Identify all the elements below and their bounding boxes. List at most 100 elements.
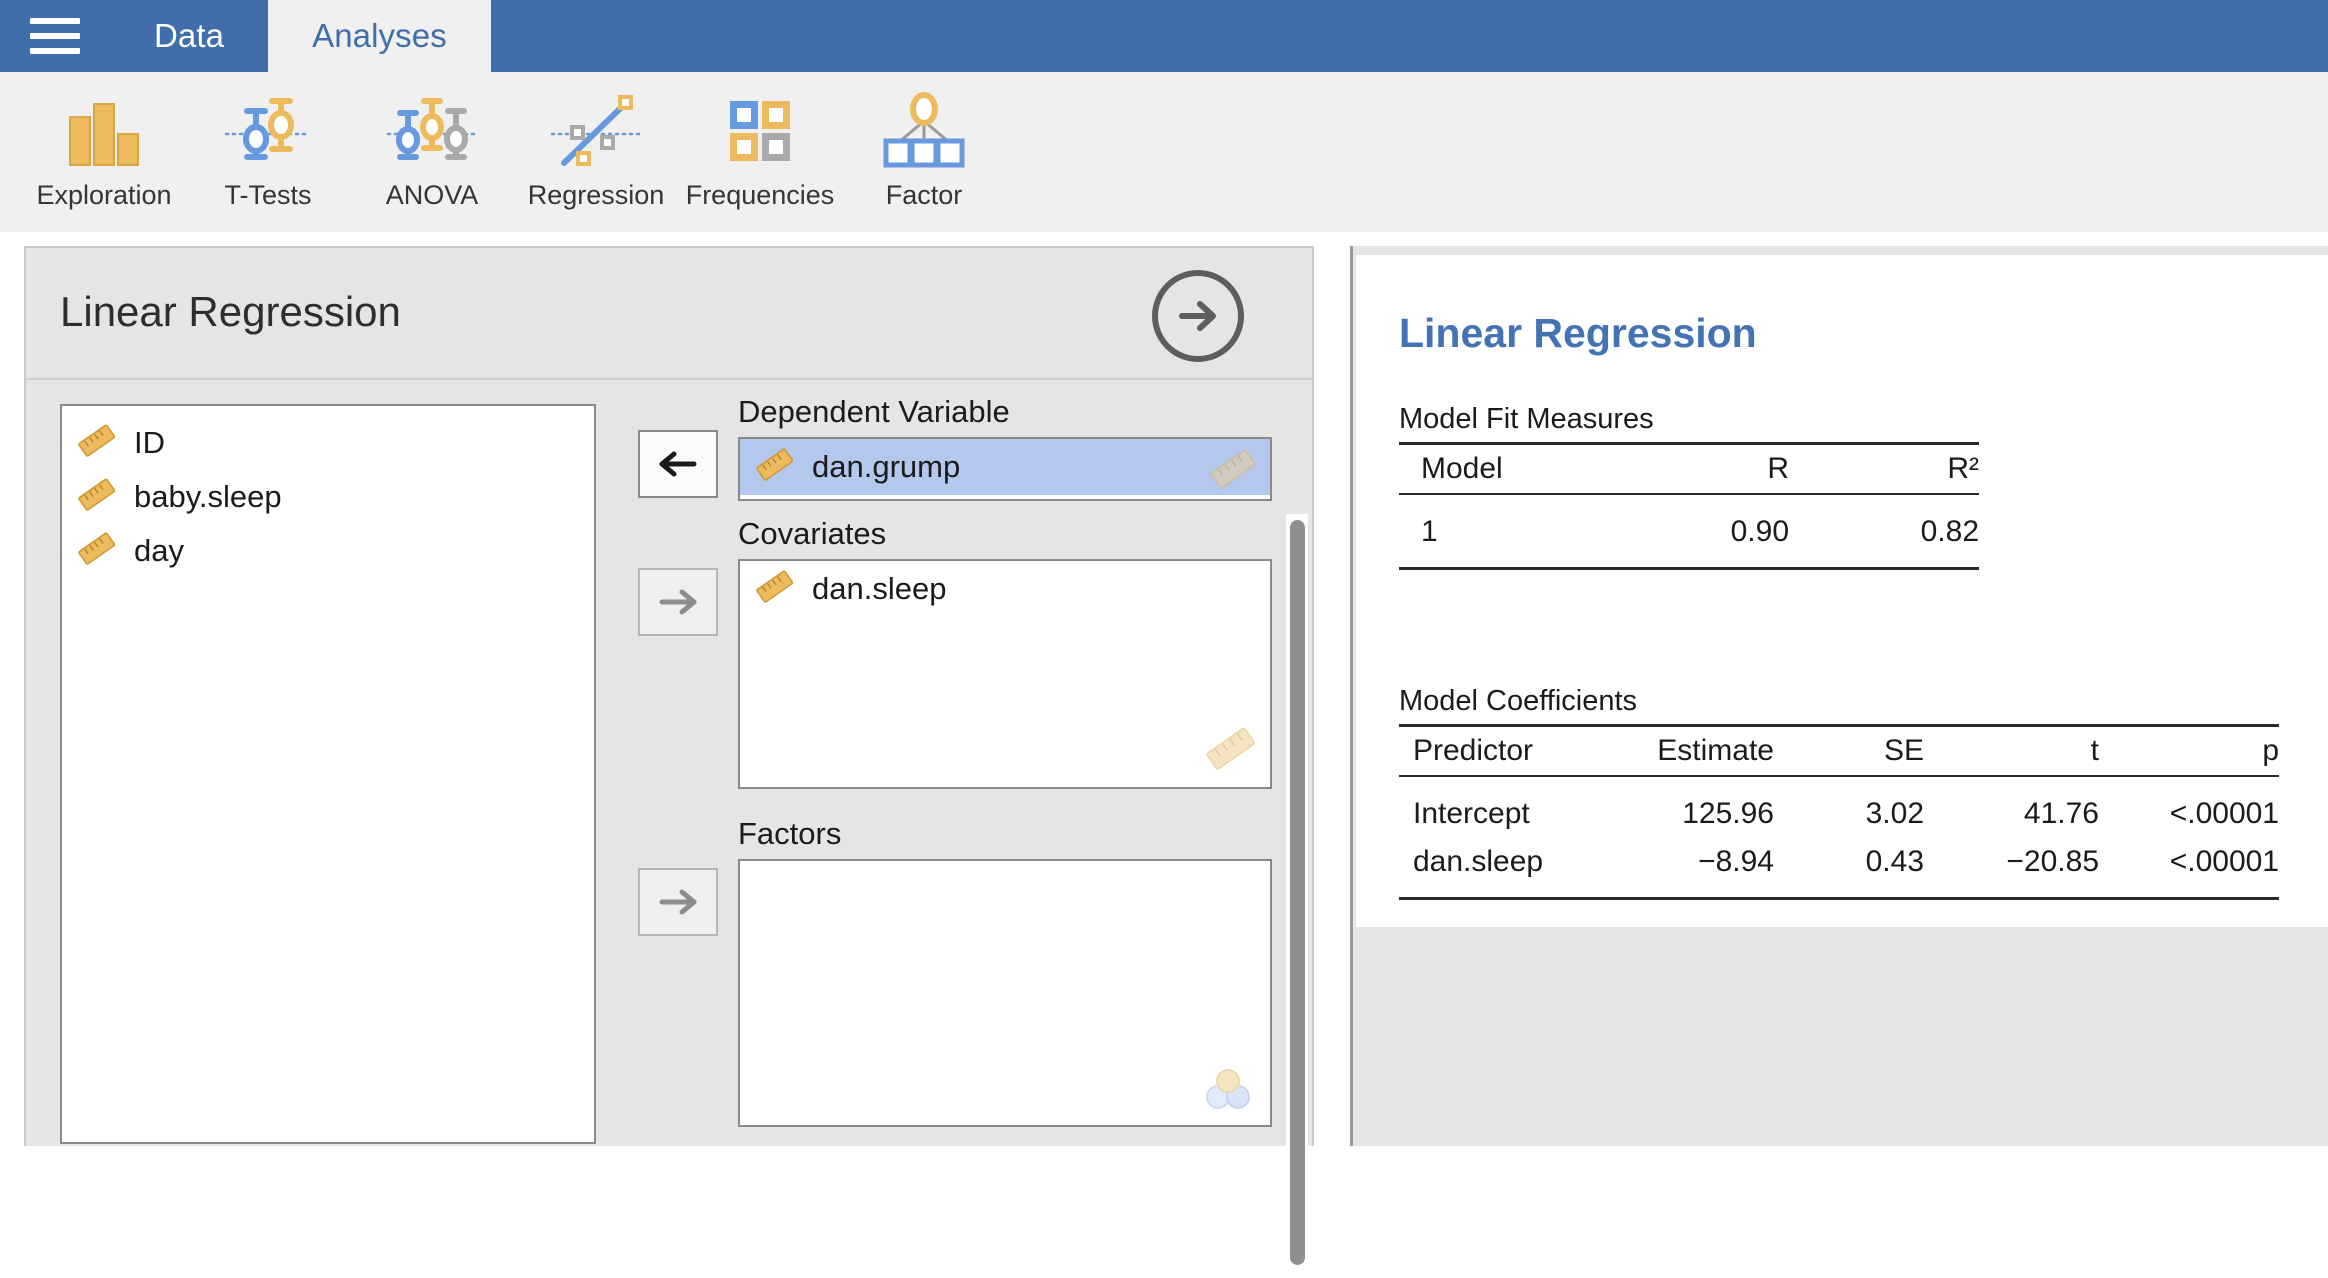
table-header-row: Predictor Estimate SE t p (1399, 725, 2279, 776)
continuous-ruler-icon (1210, 448, 1256, 495)
ribbon-item-label: T-Tests (224, 180, 312, 210)
ribbon-item-regression[interactable]: Regression (514, 82, 678, 224)
dependent-variable-group: Dependent Variable dan.grump (738, 394, 1272, 501)
covariates-dropbox[interactable]: dan.sleep (738, 559, 1272, 789)
hamburger-bar (30, 33, 80, 39)
cell-t: −20.85 (2006, 845, 2099, 878)
cell-model: 1 (1421, 515, 1438, 548)
covariates-group: Covariates dan.sleep (738, 516, 1272, 789)
cell-estimate: −8.94 (1698, 845, 1774, 878)
list-item[interactable]: day (62, 524, 594, 578)
analysis-options-panel: Linear Regression ID baby.sleep day Depe… (24, 246, 1314, 1278)
model-coefficients-table-block: Model Coefficients Predictor Estimate SE… (1399, 685, 2279, 900)
list-item[interactable]: baby.sleep (62, 470, 594, 524)
title-bar: Data Analyses (0, 0, 2328, 72)
variable-name: baby.sleep (134, 479, 282, 514)
tab-data[interactable]: Data (110, 0, 268, 72)
model-fit-table: Model R R² 1 0.90 0.82 (1399, 442, 1979, 570)
cell-se: 0.43 (1865, 845, 1924, 878)
options-scrollbar-track[interactable] (1286, 514, 1308, 1278)
continuous-ruler-icon (78, 423, 116, 463)
column-header: Model (1421, 452, 1503, 485)
column-header: t (2090, 734, 2099, 767)
column-header: R² (1947, 452, 1979, 485)
table-row: dan.sleep −8.94 0.43 −20.85 <.00001 (1399, 838, 2279, 899)
covariates-transfer-button[interactable] (638, 568, 718, 636)
page-title: Linear Regression (60, 288, 401, 335)
model-coefficients-table: Predictor Estimate SE t p Intercept 125.… (1399, 724, 2279, 900)
tab-label: Data (154, 17, 225, 54)
list-item[interactable]: ID (62, 416, 594, 470)
column-header: R (1767, 452, 1789, 485)
analyses-ribbon: Exploration T-Tests ANOVA Regression Fre… (0, 72, 2328, 232)
main-tabstrip: Data Analyses (110, 0, 491, 72)
list-item[interactable]: dan.grump (740, 439, 1270, 495)
options-body: ID baby.sleep day Dependent Variable dan… (26, 380, 1312, 1278)
bar-chart-icon (58, 90, 150, 172)
variable-name: dan.grump (812, 449, 961, 484)
factors-label: Factors (738, 816, 842, 851)
covariates-label: Covariates (738, 516, 887, 551)
table-row: Intercept 125.96 3.02 41.76 <.00001 (1399, 776, 2279, 838)
ribbon-item-label: Exploration (36, 180, 172, 210)
ribbon-item-ttests[interactable]: T-Tests (186, 82, 350, 224)
cell-p: <.00001 (2169, 797, 2279, 830)
results-panel: Linear Regression Model Fit Measures Mod… (1350, 246, 2328, 1146)
factors-transfer-button[interactable] (638, 868, 718, 936)
transfer-buttons (638, 404, 728, 1144)
tab-label: Analyses (312, 17, 447, 54)
ribbon-item-label: ANOVA (385, 180, 479, 210)
table-header-row: Model R R² (1399, 443, 1979, 494)
column-header: SE (1883, 734, 1924, 767)
three-group-errorbar-icon (386, 90, 478, 172)
cell-r2: 0.82 (1920, 515, 1979, 548)
results-page[interactable]: Linear Regression Model Fit Measures Mod… (1356, 255, 2328, 927)
workspace: Linear Regression ID baby.sleep day Depe… (0, 232, 2328, 1278)
options-scrollbar-thumb[interactable] (1290, 520, 1305, 1265)
continuous-ruler-icon (1206, 726, 1256, 777)
variable-name: dan.sleep (812, 571, 947, 606)
results-title: Linear Regression (1399, 310, 1757, 356)
options-header: Linear Regression (26, 248, 1312, 380)
column-header: Estimate (1657, 734, 1774, 767)
hamburger-bar (30, 48, 80, 54)
ribbon-item-exploration[interactable]: Exploration (22, 82, 186, 224)
ribbon-item-label: Regression (527, 180, 665, 210)
nominal-circles-icon (1200, 1064, 1256, 1115)
ribbon-item-label: Frequencies (685, 180, 835, 210)
factors-dropbox[interactable] (738, 859, 1272, 1127)
cell-estimate: 125.96 (1682, 797, 1774, 830)
continuous-ruler-icon (78, 531, 116, 571)
two-group-errorbar-icon (222, 90, 314, 172)
cell-r: 0.90 (1730, 515, 1789, 548)
dependent-transfer-button[interactable] (638, 430, 718, 498)
continuous-ruler-icon (78, 477, 116, 517)
factors-group: Factors (738, 816, 1272, 1127)
model-fit-caption: Model Fit Measures (1399, 403, 1654, 435)
cell-p: <.00001 (2169, 845, 2279, 878)
hamburger-menu-icon[interactable] (0, 0, 110, 72)
available-variables-list[interactable]: ID baby.sleep day (60, 404, 596, 1144)
model-coefficients-caption: Model Coefficients (1399, 685, 1638, 717)
variable-name: day (134, 533, 184, 568)
hamburger-bar (30, 18, 80, 24)
variable-name: ID (134, 425, 165, 460)
continuous-ruler-icon (756, 569, 794, 609)
ribbon-item-anova[interactable]: ANOVA (350, 82, 514, 224)
dependent-variable-label: Dependent Variable (738, 394, 1010, 429)
contingency-grid-icon (714, 90, 806, 172)
cell-se: 3.02 (1865, 797, 1924, 830)
cell-t: 41.76 (2023, 797, 2099, 830)
tab-analyses[interactable]: Analyses (268, 0, 491, 72)
column-header: Predictor (1413, 734, 1534, 767)
ribbon-item-label: Factor (885, 180, 963, 210)
scatter-trendline-icon (550, 90, 642, 172)
model-fit-table-block: Model Fit Measures Model R R² 1 0.90 0.8… (1399, 403, 1979, 570)
dependent-variable-dropbox[interactable]: dan.grump (738, 437, 1272, 501)
ribbon-item-factor[interactable]: Factor (842, 82, 1006, 224)
arrow-right-circle-icon[interactable] (1152, 270, 1244, 362)
table-row: 1 0.90 0.82 (1399, 494, 1979, 569)
ribbon-item-frequencies[interactable]: Frequencies (678, 82, 842, 224)
cell-predictor: dan.sleep (1413, 845, 1544, 878)
list-item[interactable]: dan.sleep (740, 561, 1270, 617)
